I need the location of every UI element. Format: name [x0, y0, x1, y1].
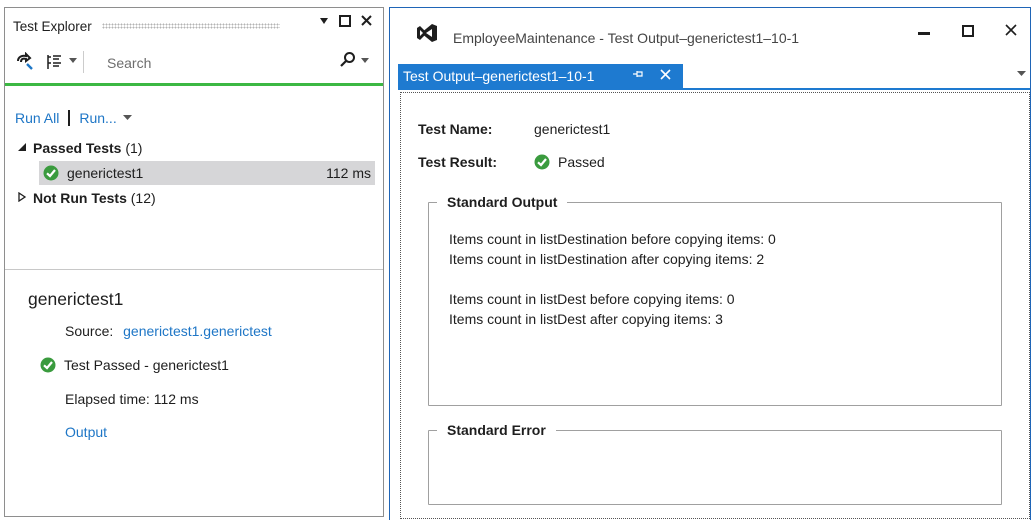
test-name-label: Test Name: — [418, 121, 493, 137]
test-explorer-titlebar: Test Explorer — [5, 8, 383, 44]
output-line: Items count in listDestination after cop… — [449, 251, 765, 267]
test-explorer-title: Test Explorer — [13, 18, 92, 34]
run-menu-chevron-icon[interactable] — [122, 115, 132, 121]
search-status-bar — [5, 83, 383, 86]
test-explorer-panel: Test Explorer Search Run All Run... Pass… — [4, 7, 384, 517]
expanded-caret-icon[interactable] — [17, 142, 27, 152]
filter-icon[interactable] — [15, 52, 35, 72]
window-titlebar[interactable]: EmployeeMaintenance - Test Output–generi… — [390, 8, 1030, 60]
source-link[interactable]: generictest1.generictest — [123, 323, 272, 339]
tree-group-passed[interactable]: Passed Tests (1) — [5, 136, 383, 160]
test-name-value: generictest1 — [534, 121, 611, 137]
output-line: Items count in listDestination before co… — [449, 231, 776, 247]
chevron-down-icon[interactable] — [69, 58, 77, 64]
minimize-icon[interactable] — [918, 32, 930, 36]
passed-check-icon — [43, 165, 59, 181]
passed-check-icon — [40, 357, 56, 373]
test-result-value: Passed — [558, 154, 605, 170]
standard-output-group: Standard Output Items count in listDesti… — [428, 194, 1002, 406]
output-link[interactable]: Output — [65, 424, 107, 440]
panel-splitter[interactable] — [5, 269, 383, 270]
drag-grip[interactable] — [101, 23, 280, 29]
standard-output-text: Items count in listDestination before co… — [449, 229, 776, 329]
passed-check-icon — [534, 154, 550, 170]
test-result-label: Test Result: — [418, 154, 498, 170]
maximize-icon[interactable] — [339, 15, 351, 27]
standard-error-label: Standard Error — [447, 422, 546, 438]
run-commands: Run All Run... — [15, 110, 132, 126]
test-name-row: Test Name: generictest1 — [418, 121, 610, 137]
maximize-icon[interactable] — [962, 25, 974, 37]
pin-icon[interactable] — [632, 68, 644, 80]
not-run-group-label: Not Run Tests (12) — [33, 190, 156, 206]
search-icon[interactable] — [339, 51, 357, 69]
run-all-link[interactable]: Run All — [15, 110, 59, 126]
tree-group-not-run[interactable]: Not Run Tests (12) — [5, 186, 383, 210]
run-separator — [68, 110, 71, 126]
tab-label: Test Output–generictest1–10-1 — [403, 68, 595, 84]
tab-test-output[interactable]: Test Output–generictest1–10-1 — [398, 64, 683, 88]
tab-close-icon[interactable] — [660, 69, 671, 80]
search-options-icon[interactable] — [361, 58, 369, 64]
tab-underline — [398, 88, 1030, 90]
collapsed-caret-icon[interactable] — [17, 192, 27, 202]
test-explorer-toolbar — [5, 50, 383, 76]
detail-source: Source: generictest1.generictest — [65, 323, 272, 339]
result-text: Test Passed - generictest1 — [64, 357, 229, 373]
test-duration: 112 ms — [326, 165, 371, 181]
close-icon[interactable] — [360, 14, 373, 27]
test-list-item[interactable]: generictest1 112 ms — [39, 161, 375, 185]
search-input[interactable] — [107, 52, 351, 74]
test-result-row: Test Result: Passed — [418, 154, 605, 170]
group-by-icon[interactable] — [45, 52, 65, 72]
dropdown-arrow-icon[interactable] — [319, 16, 329, 26]
standard-error-group: Standard Error — [428, 422, 1002, 505]
output-line: Items count in listDest before copying i… — [449, 291, 735, 307]
output-line: Items count in listDest after copying it… — [449, 311, 723, 327]
test-name: generictest1 — [67, 165, 144, 181]
toolbar-separator — [83, 51, 85, 73]
window-title: EmployeeMaintenance - Test Output–generi… — [453, 30, 800, 46]
visual-studio-logo-icon — [416, 23, 438, 43]
detail-test-title: generictest1 — [28, 289, 124, 309]
close-icon[interactable] — [1005, 24, 1017, 36]
tab-overflow-chevron-icon[interactable] — [1017, 71, 1026, 77]
passed-group-label: Passed Tests (1) — [33, 140, 143, 156]
standard-output-label: Standard Output — [447, 194, 558, 210]
test-output-window: EmployeeMaintenance - Test Output–generi… — [389, 7, 1031, 520]
source-label: Source: — [65, 323, 114, 339]
detail-result: Test Passed - generictest1 — [40, 357, 229, 373]
run-menu-link[interactable]: Run... — [79, 110, 116, 126]
elapsed-time: Elapsed time: 112 ms — [65, 391, 199, 407]
